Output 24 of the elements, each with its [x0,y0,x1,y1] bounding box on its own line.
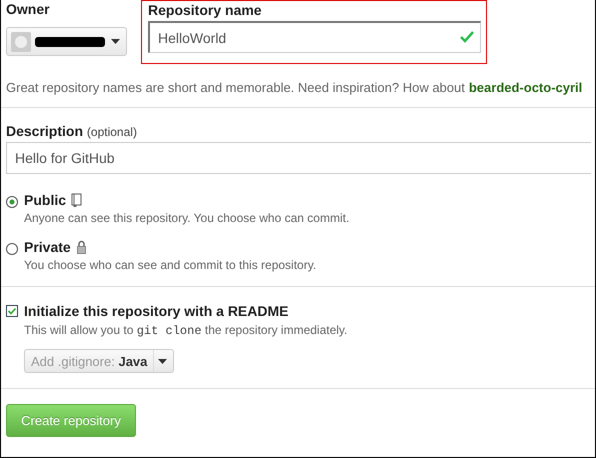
avatar-icon [11,32,31,52]
visibility-label: Public [24,192,66,208]
repository-name-label: Repository name [148,2,263,18]
readme-description: This will allow you to git clone the repository immediately. [24,323,348,338]
caret-icon [111,39,120,44]
visibility-description: Anyone can see this repository. You choose who can commit. [24,211,350,225]
description-label: Description (optional) [6,123,138,139]
repository-name-field[interactable]: HelloWorld [148,21,481,53]
visibility-description: You choose who can see and commit to this repository. [24,258,316,272]
book-icon [71,193,82,207]
hint-text: Great repository names are short and memorable. Need inspiration? How about [6,80,465,95]
radio-button[interactable] [6,196,18,208]
lock-icon [76,240,87,254]
description-field[interactable]: Hello for GitHub [6,142,591,174]
suggestion-link[interactable]: bearded-octo-cyril [468,80,582,95]
redaction-bar [35,36,105,46]
caret-icon [158,358,167,364]
owner-label: Owner [6,1,51,17]
readme-label: Initialize this repository with a README [24,303,290,319]
visibility-label: Private [24,239,71,255]
checkbox[interactable] [6,305,18,317]
owner-dropdown[interactable] [6,27,127,56]
gitignore-dropdown[interactable]: Add .gitignore: Java [24,349,174,373]
radio-button[interactable] [6,243,18,255]
